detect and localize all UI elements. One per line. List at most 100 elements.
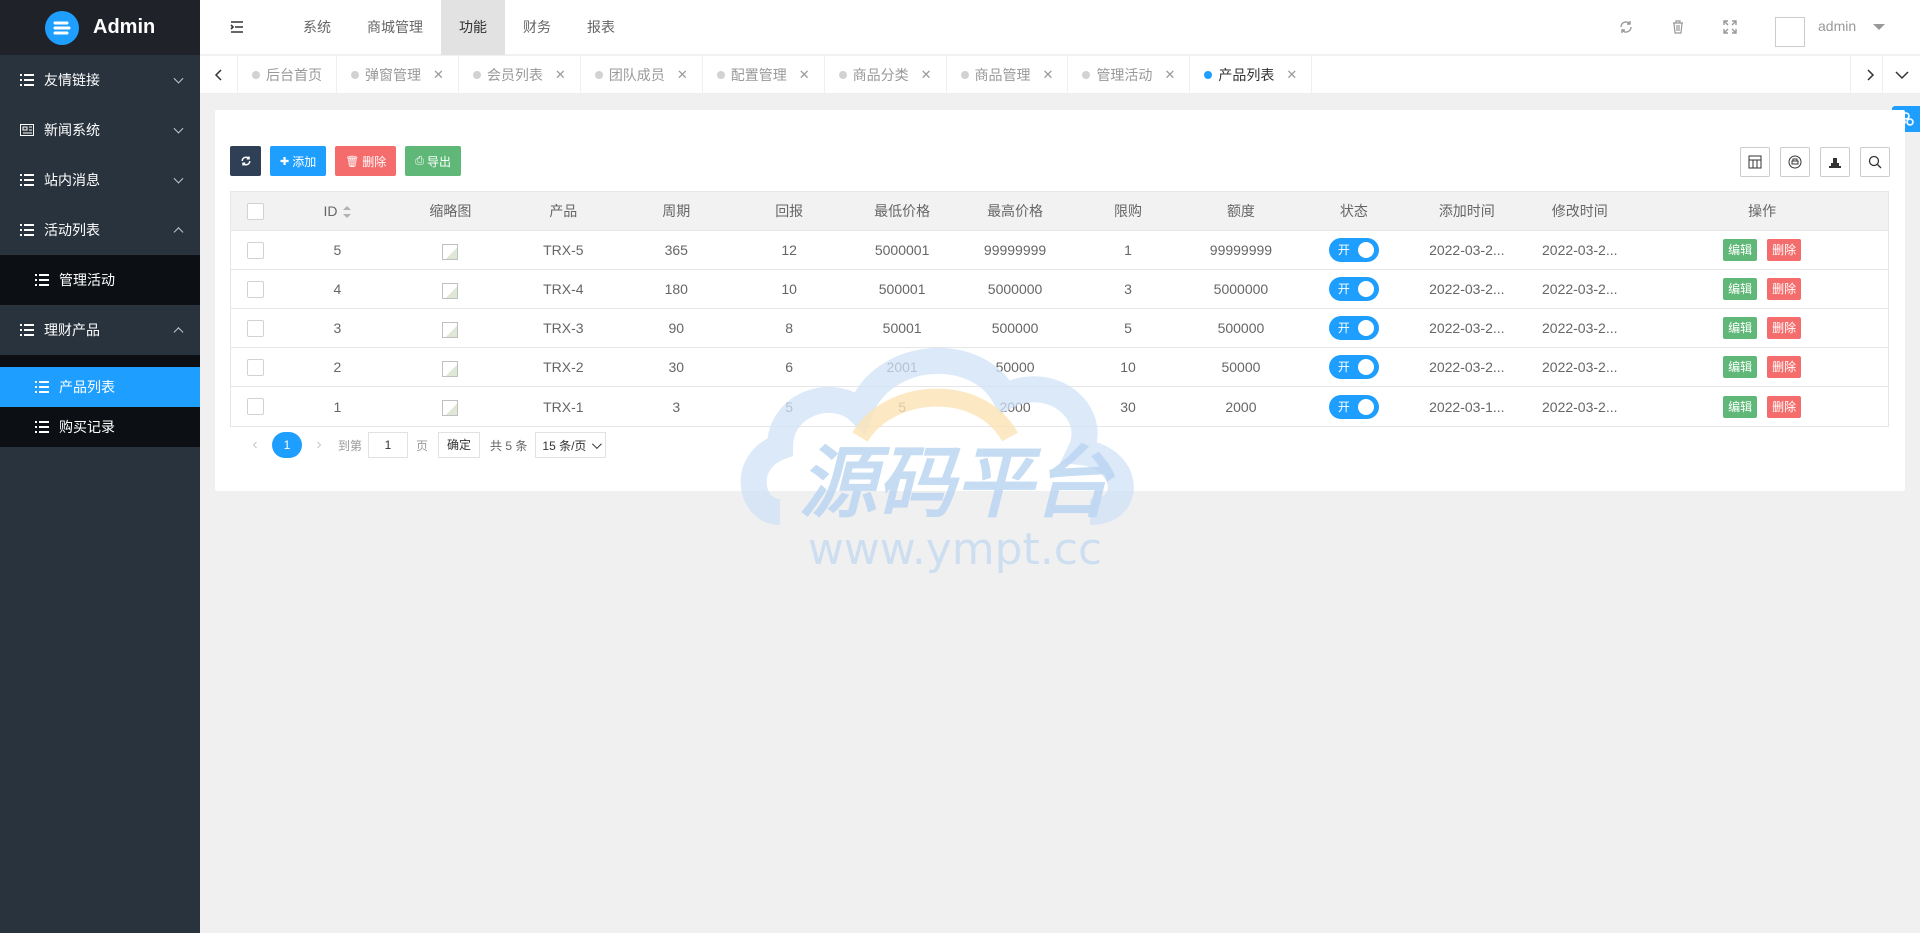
toggle-knob bbox=[1357, 359, 1374, 375]
sidebar-item-messages[interactable]: 站内消息 bbox=[0, 155, 200, 205]
add-button[interactable]: ✚ 添加 bbox=[270, 146, 327, 176]
tab-categories[interactable]: 商品分类 ✕ bbox=[825, 56, 947, 94]
row-checkbox[interactable] bbox=[247, 358, 265, 376]
tab-manage-activities[interactable]: 管理活动 ✕ bbox=[1068, 56, 1191, 94]
nav-item-reports[interactable]: 报表 bbox=[569, 0, 633, 55]
delete-row-button[interactable]: 删除 bbox=[1767, 278, 1802, 300]
sidebar-item-label: 理财产品 bbox=[44, 322, 100, 338]
cell-limit: 30 bbox=[1120, 398, 1136, 415]
close-icon[interactable]: ✕ bbox=[1164, 67, 1175, 83]
broken-image-icon[interactable] bbox=[442, 321, 459, 338]
chevron-right-icon bbox=[1866, 69, 1874, 81]
cell-cycle: 180 bbox=[664, 281, 688, 297]
cell-thumb bbox=[394, 394, 507, 419]
tab-label: 商品管理 bbox=[974, 67, 1031, 83]
cell-status: 开 bbox=[1297, 355, 1410, 379]
nav-item-finance[interactable]: 财务 bbox=[505, 0, 569, 55]
status-toggle[interactable]: 开 bbox=[1328, 238, 1379, 262]
cell-min-price: 500001 bbox=[878, 281, 926, 297]
next-page-icon[interactable]: › bbox=[304, 432, 334, 458]
broken-image-icon[interactable] bbox=[442, 243, 459, 260]
toggle-knob bbox=[1357, 281, 1374, 297]
close-icon[interactable]: ✕ bbox=[921, 67, 932, 83]
sort-icon[interactable] bbox=[343, 206, 352, 219]
status-toggle[interactable]: 开 bbox=[1328, 277, 1379, 301]
current-page[interactable]: 1 bbox=[272, 432, 302, 458]
delete-row-button[interactable]: 删除 bbox=[1767, 317, 1802, 339]
close-icon[interactable]: ✕ bbox=[555, 67, 566, 83]
page-input[interactable] bbox=[368, 432, 409, 458]
goto-confirm-button[interactable]: 确定 bbox=[438, 432, 481, 458]
broken-image-icon[interactable] bbox=[442, 360, 459, 377]
chevron-up-icon bbox=[173, 327, 184, 338]
cell-id: 1 bbox=[333, 398, 342, 415]
delete-row-button[interactable]: 删除 bbox=[1767, 356, 1802, 378]
row-checkbox[interactable] bbox=[247, 241, 265, 259]
sidebar-item-news[interactable]: 新闻系统 bbox=[0, 105, 200, 155]
sidebar-item-product-list[interactable]: 产品列表 bbox=[0, 367, 200, 407]
search-button[interactable] bbox=[1860, 147, 1890, 177]
sidebar-item-manage-activities[interactable]: 管理活动 bbox=[0, 255, 200, 305]
broken-image-icon[interactable] bbox=[442, 282, 459, 299]
edit-button[interactable]: 编辑 bbox=[1723, 395, 1758, 418]
tab-members[interactable]: 会员列表 ✕ bbox=[459, 56, 581, 94]
delete-row-button[interactable]: 删除 bbox=[1767, 395, 1802, 418]
sidebar-item-label: 新闻系统 bbox=[44, 122, 100, 138]
status-toggle-label: 开 bbox=[1337, 399, 1350, 414]
tab-config[interactable]: 配置管理 ✕ bbox=[703, 56, 825, 94]
columns-button[interactable] bbox=[1740, 147, 1770, 177]
edit-button[interactable]: 编辑 bbox=[1723, 278, 1758, 300]
print-button[interactable] bbox=[1780, 147, 1810, 177]
broken-image-icon[interactable] bbox=[442, 400, 459, 416]
avatar[interactable] bbox=[1775, 17, 1805, 47]
tab-home[interactable]: 后台首页 bbox=[238, 56, 337, 94]
edit-button[interactable]: 编辑 bbox=[1723, 356, 1758, 378]
menu-toggle-icon[interactable] bbox=[228, 18, 246, 36]
status-toggle[interactable]: 开 bbox=[1328, 316, 1379, 340]
logo[interactable]: Admin bbox=[0, 0, 200, 55]
tabs-prev-button[interactable] bbox=[200, 56, 238, 94]
caret-down-icon[interactable] bbox=[1873, 24, 1885, 30]
select-all-checkbox[interactable] bbox=[247, 202, 265, 220]
sidebar-item-friend-links[interactable]: 友情链接 bbox=[0, 55, 200, 105]
close-icon[interactable]: ✕ bbox=[1286, 67, 1297, 83]
cell-return: 12 bbox=[781, 242, 797, 258]
page-size-select[interactable]: 15 条/页 bbox=[535, 432, 607, 458]
status-toggle[interactable]: 开 bbox=[1328, 394, 1379, 419]
row-checkbox[interactable] bbox=[247, 398, 265, 415]
column-header-id[interactable]: ID bbox=[281, 203, 394, 219]
nav-item-system[interactable]: 系统 bbox=[285, 0, 349, 55]
sidebar-item-purchase-records[interactable]: 购买记录 bbox=[0, 407, 200, 447]
tabs-menu-button[interactable] bbox=[1882, 56, 1920, 94]
close-icon[interactable]: ✕ bbox=[433, 67, 444, 83]
tab-goods[interactable]: 商品管理 ✕ bbox=[947, 56, 1069, 94]
row-checkbox[interactable] bbox=[247, 280, 265, 298]
export-table-button[interactable] bbox=[1820, 147, 1850, 177]
nav-item-functions[interactable]: 功能 bbox=[441, 0, 505, 55]
prev-page-icon[interactable]: ‹ bbox=[240, 432, 270, 458]
delete-row-button[interactable]: 删除 bbox=[1767, 239, 1802, 261]
nav-item-mall[interactable]: 商城管理 bbox=[349, 0, 441, 55]
edit-button[interactable]: 编辑 bbox=[1723, 239, 1758, 261]
user-name[interactable]: admin bbox=[1818, 18, 1856, 34]
fullscreen-icon[interactable] bbox=[1722, 19, 1738, 35]
list-icon bbox=[20, 74, 34, 86]
sidebar-item-finance-products[interactable]: 理财产品 bbox=[0, 305, 200, 355]
pagination: ‹ 1 › 到第 页 确定 共 5 条 15 条/页 bbox=[240, 432, 607, 458]
delete-button[interactable]: 🗑 删除 bbox=[335, 146, 397, 176]
tab-popup[interactable]: 弹窗管理 ✕ bbox=[337, 56, 459, 94]
close-icon[interactable]: ✕ bbox=[799, 67, 810, 83]
sidebar-item-activities[interactable]: 活动列表 bbox=[0, 205, 200, 255]
edit-button[interactable]: 编辑 bbox=[1723, 317, 1758, 339]
close-icon[interactable]: ✕ bbox=[677, 67, 688, 83]
close-icon[interactable]: ✕ bbox=[1043, 67, 1054, 83]
trash-icon[interactable] bbox=[1670, 19, 1686, 35]
tab-product-list[interactable]: 产品列表 ✕ bbox=[1190, 56, 1313, 94]
refresh-icon[interactable] bbox=[1618, 19, 1634, 35]
refresh-button[interactable] bbox=[230, 146, 261, 176]
status-toggle[interactable]: 开 bbox=[1328, 355, 1379, 379]
row-checkbox[interactable] bbox=[247, 319, 265, 337]
tab-team[interactable]: 团队成员 ✕ bbox=[581, 56, 703, 94]
export-button[interactable]: ⎙ 导出 bbox=[405, 146, 462, 176]
sidebar-item-label: 站内消息 bbox=[44, 172, 100, 188]
